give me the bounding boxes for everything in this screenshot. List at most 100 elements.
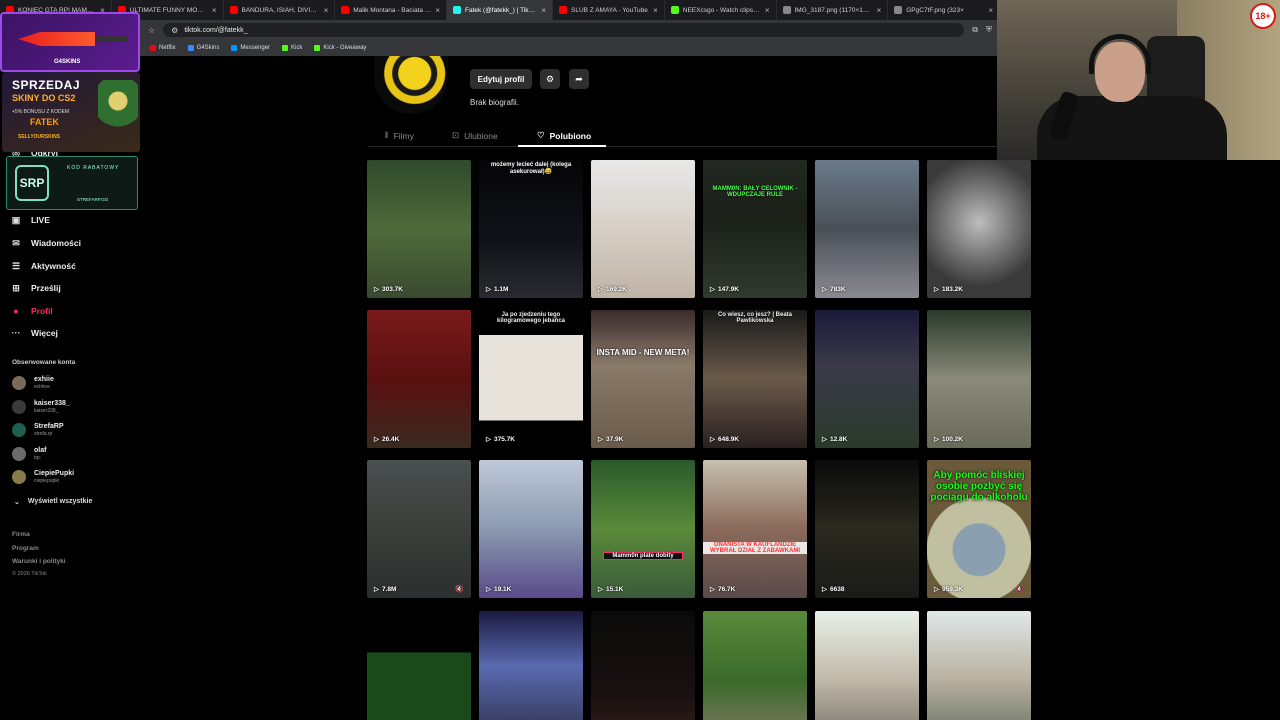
footer-link[interactable]: Firma bbox=[12, 531, 30, 538]
sidebar-item-messages[interactable]: ✉ Wiadomości bbox=[10, 237, 81, 249]
browser-tab[interactable]: ŚLUB Z AMAYA - YouTube × bbox=[553, 0, 665, 20]
view-count-value: 303.7K bbox=[382, 285, 403, 293]
bookmark-item[interactable]: Messenger bbox=[231, 45, 270, 51]
settings-button[interactable]: ⚙ bbox=[540, 69, 560, 89]
followed-account[interactable]: kaiser338_ kaiser338_ bbox=[12, 399, 70, 414]
followed-account[interactable]: StrefaRP strefa.rp bbox=[12, 423, 64, 437]
video-tile[interactable] bbox=[367, 611, 471, 720]
sidebar-item-live[interactable]: ▣ LIVE bbox=[10, 214, 50, 226]
close-tab-icon[interactable]: × bbox=[324, 6, 329, 15]
sidebar-item-label: Aktywność bbox=[31, 261, 76, 271]
browser-tab[interactable]: BANDURA, ISIAH, DIVIX, MACIA × bbox=[224, 0, 336, 20]
browser-tab[interactable]: NEEXcsgo - Watch clips on Kick × bbox=[665, 0, 777, 20]
bookmark-star-icon[interactable]: ☆ bbox=[148, 26, 155, 35]
play-icon: ▷ bbox=[822, 436, 827, 443]
footer-link[interactable]: Program bbox=[12, 545, 39, 552]
video-tile[interactable]: ▷ 19.1K bbox=[479, 460, 583, 598]
play-icon: ▷ bbox=[374, 586, 379, 593]
site-settings-icon[interactable]: ⚙ bbox=[171, 26, 178, 35]
close-tab-icon[interactable]: × bbox=[435, 6, 440, 15]
video-tile[interactable] bbox=[815, 611, 919, 720]
browser-tab[interactable]: Malik Montana - Baciata (Official× bbox=[335, 0, 447, 20]
tab-filmy[interactable]: ⫴ Filmy bbox=[385, 130, 414, 141]
followed-account[interactable]: olaf tqc bbox=[12, 446, 46, 461]
video-tile[interactable]: możemy lecieć dalej (kolega asekurował)😅… bbox=[479, 160, 583, 298]
show-all-label: Wyświetl wszystkie bbox=[27, 498, 93, 505]
video-caption: INSTA MID - NEW META! bbox=[596, 348, 690, 357]
video-caption: Mamm0n plate dobity bbox=[603, 552, 683, 560]
bookmark-favicon-icon bbox=[187, 45, 194, 51]
play-icon: ▷ bbox=[598, 586, 603, 593]
video-tile[interactable]: ▷ 12.8K bbox=[815, 310, 919, 448]
video-tile[interactable]: ONANISTA W KAUFLANDZIE WYBRAŁ DZIAŁ Z ZA… bbox=[703, 460, 807, 598]
close-tab-icon[interactable]: × bbox=[541, 6, 546, 15]
browser-tab[interactable]: GPgC7tF.png (323× × bbox=[888, 0, 1000, 20]
view-count-value: 37.9K bbox=[606, 435, 624, 443]
close-tab-icon[interactable]: × bbox=[765, 6, 770, 15]
followed-account[interactable]: CiepiePupki ciepiepupki bbox=[12, 470, 74, 484]
video-tile[interactable]: ▷ 783K bbox=[815, 160, 919, 298]
browser-tab[interactable]: IMG_3187.png (1170×1908) × bbox=[777, 0, 889, 20]
video-tile[interactable]: INSTA MID - NEW META! ▷ 37.9K bbox=[591, 310, 695, 448]
profile-avatar[interactable] bbox=[374, 56, 448, 114]
edit-profile-button[interactable]: Edytuj profil bbox=[470, 69, 532, 89]
video-tile[interactable] bbox=[703, 611, 807, 720]
followed-account[interactable]: exhiie exhiiee bbox=[12, 376, 54, 390]
video-tile[interactable]: Aby pomóc bliskiej osobie pozbyć się poc… bbox=[927, 460, 1031, 598]
bookmark-icon: ⊡ bbox=[452, 130, 460, 140]
sidebar-item-activity[interactable]: ☰ Aktywność bbox=[10, 260, 76, 272]
share-button[interactable]: ➦ bbox=[569, 69, 589, 89]
video-tile[interactable]: ▷ 169.2K bbox=[591, 160, 695, 298]
sidebar-item-profile[interactable]: ● Profil bbox=[10, 305, 52, 317]
account-text: CiepiePupki ciepiepupki bbox=[34, 470, 74, 484]
mascot-graphic bbox=[98, 80, 138, 150]
profile-bio: Brak biografii. bbox=[470, 98, 519, 107]
view-count: ▷ 26.4K bbox=[374, 435, 399, 444]
sidebar-item-more[interactable]: ··· Więcej bbox=[10, 327, 58, 339]
play-icon: ▷ bbox=[934, 286, 939, 293]
browser-tab[interactable]: Fatek (@fatekk_) | TikTok × bbox=[447, 0, 553, 20]
bookmark-item[interactable]: Kick - Giveaway bbox=[314, 45, 366, 51]
extensions-icon[interactable]: ⧉ bbox=[972, 25, 978, 35]
view-count: ▷ 19.1K bbox=[486, 585, 511, 594]
following-section-title: Obserwowane konta bbox=[12, 359, 76, 366]
address-field[interactable]: ⚙ tiktok.com/@fatekk_ bbox=[163, 23, 965, 37]
video-tile[interactable]: PROPLAYER bbox=[479, 611, 583, 720]
video-tile[interactable]: Co wiesz, co jesz? | Beata Pawlikowska ▷ 6… bbox=[703, 310, 807, 448]
bookmark-item[interactable]: Kick bbox=[282, 45, 302, 51]
ad-headline: SPRZEDAJ bbox=[12, 78, 81, 92]
play-icon: ▷ bbox=[934, 586, 939, 593]
view-count-value: 959.3K bbox=[942, 585, 963, 593]
video-tile[interactable]: ▷ 303.7K bbox=[367, 160, 471, 298]
tab-title: NEEXcsgo - Watch clips on Kick bbox=[682, 6, 761, 14]
tab-polubiono[interactable]: ♡ Polubiono bbox=[537, 130, 591, 141]
play-icon: ▷ bbox=[710, 586, 715, 593]
tab-label: Polubiono bbox=[549, 130, 592, 141]
knife-graphic bbox=[18, 32, 128, 46]
video-tile[interactable] bbox=[927, 611, 1031, 720]
video-tile[interactable]: ▷ 100.2K bbox=[927, 310, 1031, 448]
video-tile[interactable]: ▷ 26.4K bbox=[367, 310, 471, 448]
show-all-button[interactable]: ⌄ Wyświetl wszystkie bbox=[14, 498, 92, 506]
video-tile[interactable]: ▷ 7.8M 🔇 bbox=[367, 460, 471, 598]
view-count: ▷ 1.1M bbox=[486, 285, 508, 294]
video-tile[interactable] bbox=[591, 611, 695, 720]
sidebar-item-upload[interactable]: ⊞ Prześlij bbox=[10, 282, 61, 294]
video-tile[interactable]: Ja po zjedzeniu tego kilogramowego jebań… bbox=[479, 310, 583, 448]
close-tab-icon[interactable]: × bbox=[653, 6, 658, 15]
close-tab-icon[interactable]: × bbox=[212, 6, 217, 15]
brave-shield-icon[interactable]: ⛨ bbox=[986, 25, 992, 35]
video-tile[interactable]: ▷ 6638 bbox=[815, 460, 919, 598]
footer-link[interactable]: Warunki i polityki bbox=[12, 558, 66, 565]
tab-ulubione[interactable]: ⊡ Ulubione bbox=[452, 130, 498, 141]
video-tile[interactable]: ▷ 183.2K bbox=[927, 160, 1031, 298]
bookmark-item[interactable]: G4Skins bbox=[187, 45, 219, 51]
account-handle: ciepiepupki bbox=[34, 478, 60, 484]
video-tile[interactable]: Mamm0n plate dobity ▷ 15.1K bbox=[591, 460, 695, 598]
video-tile[interactable]: MAMM0N: BAŁY CELOWNIK - WDUPCZAJE RULE ▷ 1… bbox=[703, 160, 807, 298]
tab-favicon-icon bbox=[229, 6, 238, 14]
age-rating-badge: 18+ bbox=[1250, 3, 1276, 29]
close-tab-icon[interactable]: × bbox=[988, 6, 993, 15]
bookmark-item[interactable]: Netflix bbox=[150, 45, 176, 51]
close-tab-icon[interactable]: × bbox=[877, 6, 882, 15]
